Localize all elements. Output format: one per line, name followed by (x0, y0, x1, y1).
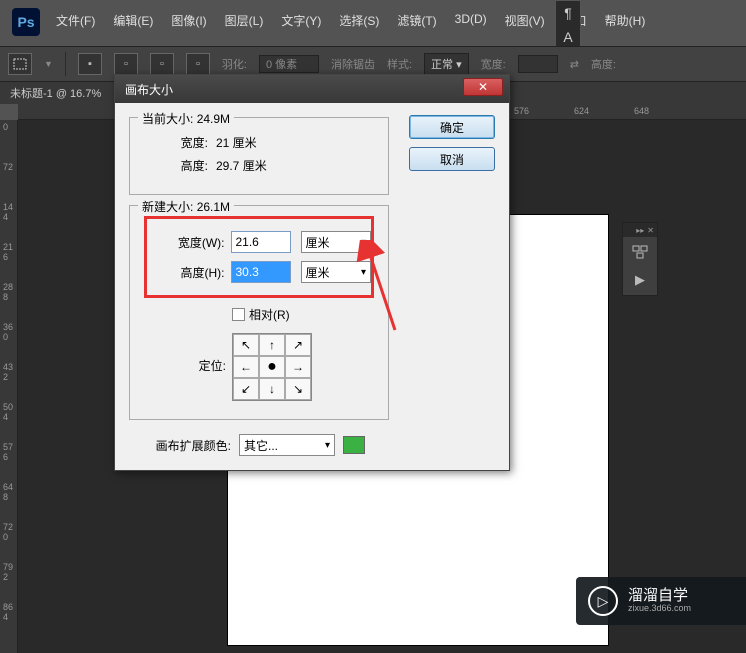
selection-subtract-icon[interactable]: ▫ (150, 53, 174, 75)
cancel-button[interactable]: 取消 (409, 147, 495, 171)
selection-add-icon[interactable]: ▫ (114, 53, 138, 75)
dialog-titlebar[interactable]: 画布大小 ✕ (115, 75, 509, 103)
height-label: 高度: (591, 56, 616, 72)
canvas-size-dialog: 画布大小 ✕ 确定 取消 当前大小: 24.9M 宽度: 21 厘米 高度: 2… (114, 74, 510, 471)
feather-input[interactable] (259, 55, 319, 73)
dropdown-icon[interactable]: ▼ (44, 59, 53, 69)
dialog-title-text: 画布大小 (125, 81, 173, 98)
current-height-value: 29.7 厘米 (216, 157, 267, 174)
relative-label: 相对(R) (249, 306, 290, 323)
new-height-input[interactable] (231, 261, 291, 283)
new-size-value: 26.1M (197, 200, 230, 214)
anchor-nw[interactable]: ↖ (233, 334, 259, 356)
menu-edit[interactable]: 编辑(E) (105, 8, 161, 33)
menu-3d[interactable]: 3D(D) (447, 8, 495, 33)
panel-collapse-icon[interactable]: ▸▸ (636, 226, 644, 235)
selection-intersect-icon[interactable]: ▫ (186, 53, 210, 75)
highlighted-inputs: 宽度(W): 厘米 高度(H): 厘米 (144, 216, 374, 298)
anchor-w[interactable]: ← (233, 356, 259, 378)
current-size-group: 当前大小: 24.9M 宽度: 21 厘米 高度: 29.7 厘米 (129, 117, 389, 195)
marquee-tool-icon[interactable] (8, 53, 32, 75)
anchor-center[interactable]: ● (259, 356, 285, 378)
watermark-url: zixue.3d66.com (628, 604, 691, 614)
current-height-label: 高度: (144, 157, 216, 174)
current-size-value: 24.9M (197, 112, 230, 126)
watermark-logo-icon: ▷ (588, 586, 618, 616)
relative-checkbox[interactable] (232, 308, 245, 321)
swap-icon[interactable]: ⇄ (570, 58, 579, 71)
history-icon[interactable] (630, 243, 650, 261)
close-button[interactable]: ✕ (463, 78, 503, 96)
ok-button[interactable]: 确定 (409, 115, 495, 139)
current-size-legend: 当前大小: (142, 112, 193, 126)
menu-layer[interactable]: 图层(L) (217, 8, 272, 33)
menu-type[interactable]: 文字(Y) (273, 8, 329, 33)
watermark-name: 溜溜自学 (628, 588, 691, 605)
menu-select[interactable]: 选择(S) (331, 8, 387, 33)
right-mini-panel: ▸▸ ✕ ▶ (622, 222, 658, 296)
new-width-label: 宽度(W): (147, 234, 231, 251)
ruler-vertical: 0 72 14 4 21 6 28 8 36 0 43 2 50 4 57 6 … (0, 120, 18, 653)
anchor-ne[interactable]: ↗ (285, 334, 311, 356)
anchor-e[interactable]: → (285, 356, 311, 378)
top-tool-icons: ¶ A (555, 0, 581, 50)
panel-close-icon[interactable]: ✕ (647, 226, 654, 235)
current-width-label: 宽度: (144, 134, 216, 151)
antialias-checkbox-label: 消除锯齿 (331, 56, 375, 72)
paragraph-icon[interactable]: ¶ (556, 1, 580, 25)
menu-help[interactable]: 帮助(H) (597, 8, 654, 33)
extension-color-select[interactable]: 其它... (239, 434, 335, 456)
style-select[interactable]: 正常 ▾ (424, 53, 469, 75)
width-input (518, 55, 558, 73)
menu-file[interactable]: 文件(F) (48, 8, 103, 33)
current-width-value: 21 厘米 (216, 134, 257, 151)
selection-new-icon[interactable]: ▪ (78, 53, 102, 75)
new-size-legend: 新建大小: (142, 200, 193, 214)
anchor-se[interactable]: ↘ (285, 378, 311, 400)
watermark: ▷ 溜溜自学 zixue.3d66.com (576, 577, 746, 625)
anchor-n[interactable]: ↑ (259, 334, 285, 356)
anchor-grid: ↖ ↑ ↗ ← ● → ↙ ↓ ↘ (232, 333, 312, 401)
anchor-sw[interactable]: ↙ (233, 378, 259, 400)
extension-color-label: 画布扩展颜色: (129, 437, 239, 454)
extension-color-swatch[interactable] (343, 436, 365, 454)
app-logo: Ps (12, 8, 40, 36)
width-label: 宽度: (481, 56, 506, 72)
width-unit-select[interactable]: 厘米 (301, 231, 372, 253)
menu-filter[interactable]: 滤镜(T) (389, 8, 444, 33)
feather-label: 羽化: (222, 56, 247, 72)
anchor-label: 定位: (144, 333, 232, 374)
new-size-group: 新建大小: 26.1M 宽度(W): 厘米 高度(H): 厘米 相对(R) (129, 205, 389, 420)
style-label: 样式: (387, 56, 412, 72)
menu-image[interactable]: 图像(I) (163, 8, 214, 33)
height-unit-select[interactable]: 厘米 (301, 261, 372, 283)
play-icon[interactable]: ▶ (630, 271, 650, 289)
menu-view[interactable]: 视图(V) (497, 8, 553, 33)
new-height-label: 高度(H): (147, 264, 231, 281)
anchor-s[interactable]: ↓ (259, 378, 285, 400)
new-width-input[interactable] (231, 231, 291, 253)
